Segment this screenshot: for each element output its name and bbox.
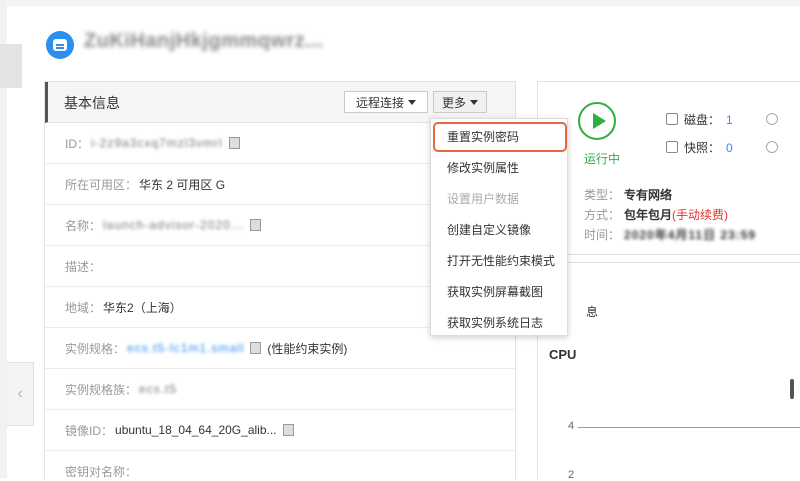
play-icon [593, 113, 606, 129]
nav-block [0, 44, 22, 88]
remote-connect-button[interactable]: 远程连接 [344, 91, 428, 113]
menu-item-screenshot[interactable]: 获取实例屏幕截图 [431, 277, 567, 308]
row-label: ID： [65, 136, 90, 151]
chevron-left-icon: ‹ [17, 385, 23, 402]
row-value: launch-advisor-2020... [103, 218, 244, 232]
gridline [578, 427, 800, 428]
snapshot-icon [666, 141, 678, 153]
y-axis-tick: 2 [568, 469, 575, 481]
row-label: 实例规格： [65, 341, 126, 356]
network-icon [766, 141, 778, 153]
remote-connect-label: 远程连接 [355, 95, 404, 110]
row-value: ecs.t5-lc1m1.small [127, 341, 245, 355]
network-type-value: 专有网络 [624, 188, 673, 202]
more-label: 更多 [441, 95, 466, 110]
billing-line: 方式： 包年包月(手动续费) [584, 206, 728, 223]
snapshot-stat[interactable]: 快照： 0 [666, 139, 733, 156]
row-value: i-2z9a3cxq7mzl3vmrl [91, 136, 223, 150]
disk-label: 磁盘： [684, 113, 721, 127]
row-label: 地域： [65, 300, 102, 315]
network-type-label: 类型： [584, 188, 621, 202]
cpu-chart-title: CPU [549, 347, 577, 362]
row-value-suffix: (性能约束实例) [267, 341, 348, 356]
running-status-icon [578, 102, 616, 140]
menu-item-system-log[interactable]: 获取实例系统日志 [431, 308, 567, 339]
network-type-line: 类型： 专有网络 [584, 186, 672, 203]
snapshot-count: 0 [726, 141, 733, 155]
row-value: ecs.t5 [139, 382, 178, 396]
sidebar-collapse-tab[interactable]: ‹ [7, 362, 34, 426]
row-value: 华东2（上海） [103, 300, 182, 315]
expire-time-value: 2020年4月11日 23:59 [624, 228, 757, 242]
panel-header: 基本信息 远程连接 更多 [45, 82, 515, 123]
billing-value: 包年包月 [624, 208, 673, 222]
disk-count: 1 [726, 113, 733, 127]
menu-item-modify-attributes[interactable]: 修改实例属性 [431, 153, 567, 184]
panel-title: 基本信息 [64, 95, 120, 111]
more-dropdown-menu: 重置实例密码 修改实例属性 设置用户数据 创建自定义镜像 打开无性能约束模式 获… [430, 118, 568, 336]
instance-logo-icon [46, 31, 74, 59]
disk-icon [666, 113, 678, 125]
disk-stat[interactable]: 磁盘： 1 [666, 111, 733, 128]
row-label: 镜像ID： [65, 423, 114, 438]
row-label: 所在可用区： [65, 177, 138, 192]
billing-label: 方式： [584, 208, 621, 222]
menu-item-unlimited-mode[interactable]: 打开无性能约束模式 [431, 246, 567, 277]
menu-item-create-image[interactable]: 创建自定义镜像 [431, 215, 567, 246]
menu-item-reset-password[interactable]: 重置实例密码 [431, 122, 567, 153]
copy-icon[interactable] [250, 342, 262, 354]
caret-down-icon [408, 100, 416, 105]
row-label: 描述： [65, 259, 102, 274]
menu-item-set-user-data: 设置用户数据 [447, 192, 520, 206]
security-icon [766, 113, 778, 125]
status-panel: 运行中 磁盘： 1 快照： 0 类型： 专有网络 方式： 包年包月(手动续费) 时间： 2… [537, 81, 800, 255]
copy-icon[interactable] [282, 424, 294, 436]
instance-name: ZuKiHanjHkjgmmqwrz... [84, 30, 324, 52]
top-divider [7, 0, 800, 6]
row-label: 名称： [65, 218, 102, 233]
info-row-keypair: 密钥对名称： [45, 451, 515, 479]
info-row-instance-family: 实例规格族： ecs.t5 [45, 369, 515, 410]
monitor-panel: 息 CPU 4 2 [537, 262, 800, 481]
renewal-link[interactable]: (手动续费) [672, 208, 728, 222]
status-text: 运行中 [584, 152, 621, 166]
more-button[interactable]: 更多 [433, 91, 487, 113]
snapshot-label: 快照： [684, 141, 721, 155]
monitor-section-label: 息 [586, 305, 599, 319]
row-label: 实例规格族： [65, 382, 138, 397]
expire-time-label: 时间： [584, 228, 621, 242]
row-value: 华东 2 可用区 G [139, 177, 226, 192]
edit-icon[interactable] [249, 219, 261, 231]
row-label: 密钥对名称： [65, 464, 138, 479]
y-axis-tick: 4 [568, 420, 575, 432]
scrollbar-thumb[interactable] [790, 379, 794, 399]
expire-time-line: 时间： 2020年4月11日 23:59 [584, 226, 756, 243]
row-value: ubuntu_18_04_64_20G_alib... [115, 423, 277, 437]
caret-down-icon [470, 100, 478, 105]
info-row-image-id: 镜像ID： ubuntu_18_04_64_20G_alib... [45, 410, 515, 451]
copy-icon[interactable] [228, 137, 240, 149]
